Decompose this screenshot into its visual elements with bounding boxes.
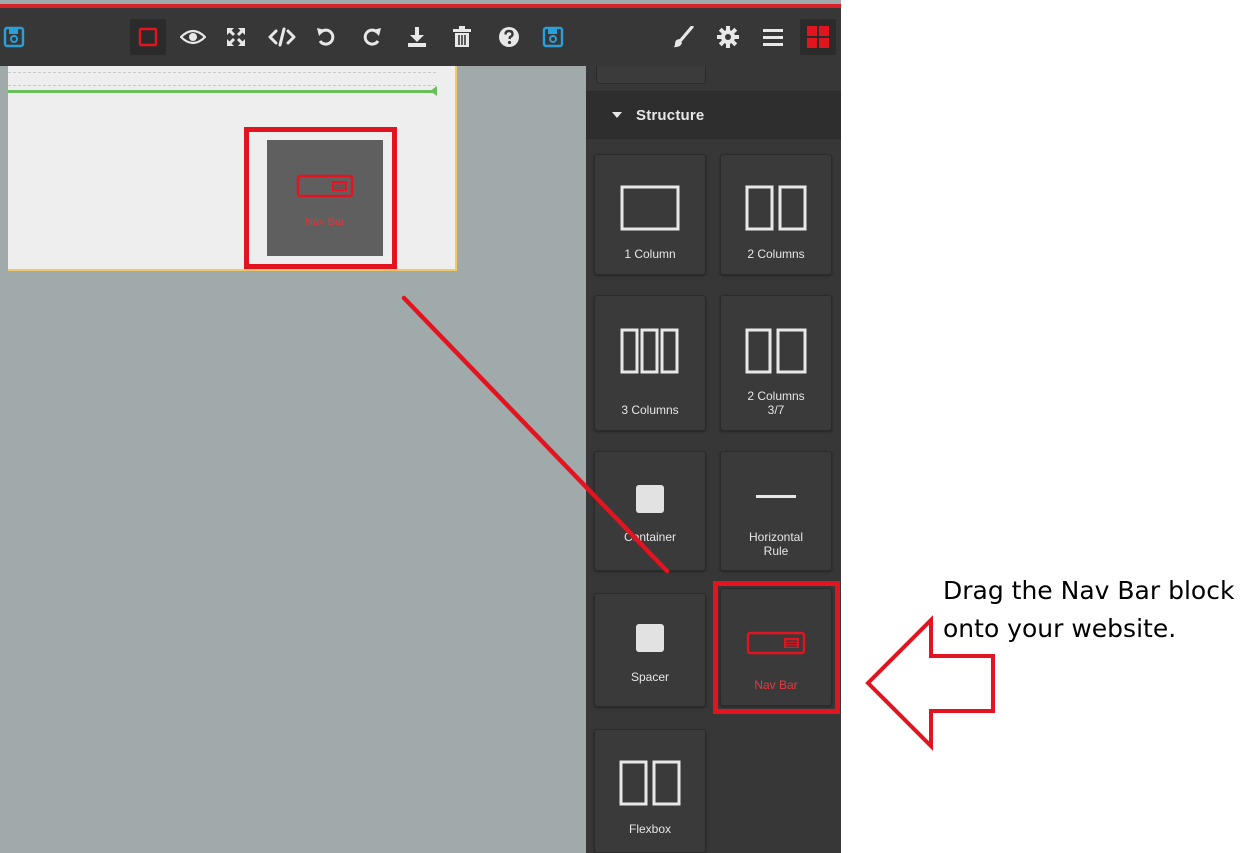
horizontal-rule-icon [756,495,796,498]
menu-icon[interactable] [755,19,791,55]
block-container[interactable]: Container [594,451,706,571]
instruction-text: Drag the Nav Bar block onto your website… [943,576,1235,643]
gear-icon[interactable] [710,19,746,55]
redo-icon[interactable] [354,19,390,55]
highlight-navbar-block [713,581,840,714]
block-flexbox[interactable]: Flexbox [594,729,706,853]
block-label: 1 Column [624,247,676,261]
drop-indicator-line [8,90,436,93]
block-label: Horizontal Rule [748,530,804,558]
block-2-columns[interactable]: 2 Columns [720,154,832,275]
block-label: Container [623,530,677,544]
paintbrush-icon[interactable] [665,19,701,55]
one-column-icon [620,185,680,231]
caret-down-icon [612,112,622,118]
block-spacer[interactable]: Spacer [594,593,706,707]
block-1-column[interactable]: 1 Column [594,154,706,275]
two-columns-37-icon [745,328,807,374]
block-2-columns-3-7[interactable]: 2 Columns 3/7 [720,295,832,431]
block-label: 2 Columns [747,247,805,261]
code-icon[interactable] [264,19,300,55]
download-icon[interactable] [399,19,435,55]
drop-indicator-arrow [430,86,437,96]
section-title: Structure [636,106,705,124]
block-label: 2 Columns 3/7 [747,389,805,417]
block-3-columns[interactable]: 3 Columns [594,295,706,431]
square-outline-icon[interactable] [130,19,166,55]
eye-icon[interactable] [175,19,211,55]
highlight-dragged-block [244,127,397,269]
structure-section-header[interactable]: Structure [586,91,841,139]
editor-toolbar [0,8,841,66]
blocks-icon[interactable] [800,19,836,55]
fullscreen-icon[interactable] [218,19,254,55]
flexbox-icon [619,760,681,806]
block-label: Spacer [630,670,670,684]
block-label: Flexbox [628,822,672,836]
block-label: 3 Columns [621,403,679,417]
container-icon [636,485,664,513]
dotted-placeholder [8,72,436,86]
two-columns-icon [745,185,807,231]
editor-screenshot: Nav Bar Structure 1 Column 2 Columns 3 C… [0,0,841,853]
trash-icon[interactable] [444,19,480,55]
help-icon[interactable] [491,19,527,55]
undo-icon[interactable] [308,19,344,55]
spacer-icon [636,624,664,652]
previous-block-edge [596,66,706,84]
three-columns-icon [620,328,679,374]
save-icon[interactable] [0,19,32,55]
save-icon[interactable] [535,19,571,55]
block-horizontal-rule[interactable]: Horizontal Rule [720,451,832,571]
